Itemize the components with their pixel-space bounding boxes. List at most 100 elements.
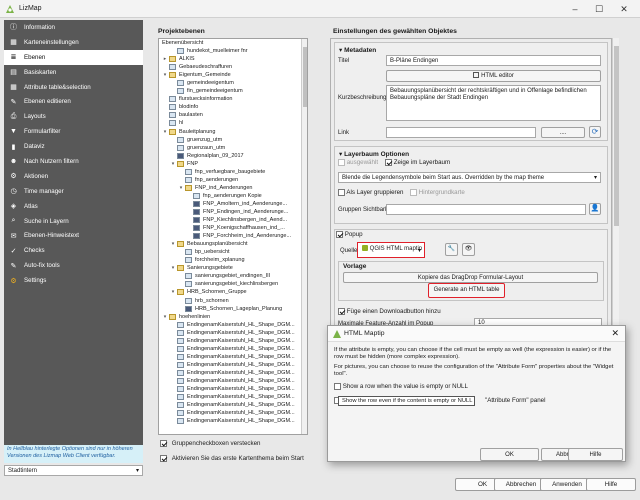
legend-combo[interactable]: Blende die Legendensymbole beim Start au… [338, 172, 601, 183]
group-visibility-input[interactable] [386, 204, 586, 215]
help-button[interactable]: Hilfe [586, 478, 636, 491]
selected-row[interactable]: ausgewählt [338, 159, 378, 166]
scrollbar-thumb[interactable] [303, 47, 307, 107]
show-row-checkbox[interactable] [334, 383, 341, 390]
layer-tree-row[interactable]: EndingenamKaiserstuhl_HL_Shape_DGM... [159, 369, 307, 377]
minimize-button[interactable]: – [568, 3, 582, 15]
user-icon[interactable]: 👤 [589, 203, 601, 215]
expanded-arrow-icon[interactable]: ▾ [170, 160, 176, 168]
layer-tree-row[interactable]: EndingenamKaiserstuhl_HL_Shape_DGM... [159, 377, 307, 385]
sidebar-item-auto-fix-tools[interactable]: ✎ Auto-fix tools [4, 258, 143, 273]
sidebar-item-formularfilter[interactable]: ▼ Formularfilter [4, 124, 143, 139]
download-button-row[interactable]: Füge einen Downloadbutton hinzu [338, 308, 441, 315]
layer-tree-row[interactable]: ▾ hoehenlinien [159, 313, 307, 321]
layer-tree-row[interactable]: gemeindeeigentum [159, 79, 307, 87]
layer-tree-row[interactable]: bp_uebersicht [159, 248, 307, 256]
layer-tree[interactable]: Ebenenübersicht hundekot_muelleimer fnr ▸ A… [158, 38, 308, 435]
download-button-checkbox[interactable] [338, 308, 345, 315]
layer-tree-row[interactable]: EndingenamKaiserstuhl_HL_Shape_DGM... [159, 409, 307, 417]
server-combo[interactable]: Stadtintern ▾ [4, 465, 143, 476]
refresh-icon[interactable]: ⟳ [589, 126, 601, 138]
layer-tree-row[interactable]: EndingenamKaiserstuhl_HL_Shape_DGM... [159, 329, 307, 337]
expanded-arrow-icon[interactable]: ▾ [170, 264, 176, 272]
hide-group-checkboxes-row[interactable]: Gruppencheckboxen verstecken [160, 440, 260, 447]
layer-tree-row[interactable]: ▾ Sanierungsgebiete [159, 264, 307, 272]
close-window-button[interactable]: ✕ [617, 3, 631, 15]
wrench-icon[interactable]: 🔧 [445, 243, 458, 256]
expanded-arrow-icon[interactable]: ▾ [162, 71, 168, 79]
layer-tree-row[interactable]: sanierungsgebiet_endingen_III [159, 272, 307, 280]
layer-tree-row[interactable]: FNP_Koenigschaffhausen_ind_... [159, 224, 307, 232]
browse-button[interactable]: .... [541, 127, 585, 138]
sidebar-item-layouts[interactable]: ⎙ Layouts [4, 109, 143, 124]
layer-tree-row[interactable]: blodinfo [159, 103, 307, 111]
layer-tree-row[interactable]: FNP_Amoltern_ind_Aenderunge... [159, 200, 307, 208]
layer-tree-row[interactable]: ▾ Bauleitplanung [159, 128, 307, 136]
layer-tree-row[interactable]: Regionalplan_09_2017 [159, 152, 307, 160]
sidebar-item-ebenen-editieren[interactable]: ✎ Ebenen editieren [4, 94, 143, 109]
show-in-tree-checkbox[interactable] [385, 159, 392, 166]
link-input[interactable] [386, 127, 536, 138]
eye-icon[interactable]: 👁 [462, 243, 475, 256]
sidebar-item-karteneinstellungen[interactable]: ▦ Karteneinstellungen [4, 35, 143, 50]
layer-tree-row[interactable]: hundekot_muelleimer fnr [159, 47, 307, 55]
expanded-arrow-icon[interactable]: ▾ [162, 128, 168, 136]
layer-options-header[interactable]: ▾ Layerbaum Optionen [339, 150, 409, 158]
sidebar-item-ebenen-hinweistext[interactable]: ✉ Ebenen-Hinweistext [4, 228, 143, 243]
copy-dragdrop-button[interactable]: Kopiere das DragDrop Formular-Layout [343, 272, 598, 283]
basemap-checkbox[interactable] [410, 189, 417, 196]
layer-tree-row[interactable]: gruenzug_utm [159, 136, 307, 144]
layer-tree-row[interactable]: EndingenamKaiserstuhl_HL_Shape_DGM... [159, 417, 307, 425]
title-input[interactable]: B-Pläne Endingen [386, 55, 601, 66]
layer-tree-row[interactable]: fnp_verfuegbare_baugebiete [159, 168, 307, 176]
layer-tree-row[interactable]: ▾ Eigentum_Gemeinde [159, 71, 307, 79]
sidebar-item-time-manager[interactable]: ◷ Time manager [4, 184, 143, 199]
abstract-textarea[interactable]: Bebauungsplanübersicht der rechtskräftig… [386, 85, 601, 121]
layer-tree-row[interactable]: FNP_Forchheim_ind_Aenderunge... [159, 232, 307, 240]
layer-tree-row[interactable]: EndingenamKaiserstuhl_HL_Shape_DGM... [159, 337, 307, 345]
layer-tree-row[interactable]: fin_gemeindeeigentum [159, 87, 307, 95]
layer-tree-row[interactable]: hl [159, 119, 307, 127]
layer-tree-row[interactable]: fnp_aenderungen Kopie [159, 192, 307, 200]
dialog-close-icon[interactable]: ✕ [611, 328, 619, 339]
sidebar-item-atlas[interactable]: ◈ Atlas [4, 199, 143, 214]
layer-tree-row[interactable]: sanierungsgebiet_kiechlinsbergen [159, 280, 307, 288]
expanded-arrow-icon[interactable]: ▾ [170, 240, 176, 248]
layer-tree-row[interactable]: fnp_aenderungen [159, 176, 307, 184]
activate-first-theme-checkbox[interactable] [160, 455, 167, 462]
layer-tree-scrollbar[interactable] [301, 39, 307, 434]
metadata-header[interactable]: ▾ Metadaten [339, 46, 376, 54]
layer-tree-row[interactable]: EndingenamKaiserstuhl_HL_Shape_DGM... [159, 361, 307, 369]
expanded-arrow-icon[interactable]: ▾ [170, 288, 176, 296]
source-combo[interactable]: QGIS HTML maptip ▾ [357, 242, 425, 258]
layer-tree-row[interactable]: Ebenenübersicht [159, 39, 307, 47]
sidebar-item-nach-nutzern-filtern[interactable]: ☻ Nach Nutzern filtern [4, 154, 143, 169]
layer-tree-row[interactable]: hrb_schornen [159, 297, 307, 305]
show-row-option[interactable]: Show a row when the value is empty or NU… [334, 383, 468, 390]
scrollbar-thumb[interactable] [614, 46, 619, 226]
generate-html-table-button[interactable]: Generate an HTML table [428, 283, 505, 298]
collapsed-arrow-icon[interactable]: ▸ [162, 55, 168, 63]
sidebar-item-basiskarten[interactable]: ▤ Basiskarten [4, 65, 143, 80]
layer-tree-row[interactable]: baulasten [159, 111, 307, 119]
layer-tree-row[interactable]: EndingenamKaiserstuhl_HL_Shape_DGM... [159, 401, 307, 409]
layer-tree-row[interactable]: FNP_Endingen_ind_Aenderunge... [159, 208, 307, 216]
layer-tree-row[interactable]: ▾ FNP_ind_Aenderungen [159, 184, 307, 192]
dialog-help-button[interactable]: Hilfe [568, 448, 623, 461]
layer-tree-row[interactable]: FNP_Kiechlinsbergen_ind_Aend... [159, 216, 307, 224]
hide-group-checkboxes-checkbox[interactable] [160, 440, 167, 447]
sidebar-item-information[interactable]: ⓘ Information [4, 20, 143, 35]
layer-tree-row[interactable]: EndingenamKaiserstuhl_HL_Shape_DGM... [159, 345, 307, 353]
layer-tree-row[interactable]: gruenzaun_utm [159, 144, 307, 152]
sidebar-item-aktionen[interactable]: ⚙ Aktionen [4, 169, 143, 184]
layer-tree-row[interactable]: forchheim_xplanung [159, 256, 307, 264]
sidebar-item-settings[interactable]: ⚙ Settings [4, 273, 143, 288]
layer-tree-row[interactable]: EndingenamKaiserstuhl_HL_Shape_DGM... [159, 321, 307, 329]
expanded-arrow-icon[interactable]: ▾ [162, 313, 168, 321]
layer-tree-row[interactable]: EndingenamKaiserstuhl_HL_Shape_DGM... [159, 353, 307, 361]
layer-tree-row[interactable]: HRB_Schornen_Lageplan_Planung [159, 305, 307, 313]
layer-tree-row[interactable]: ▾ HRB_Schornen_Gruppe [159, 288, 307, 296]
dialog-ok-button[interactable]: OK [480, 448, 539, 461]
layer-tree-row[interactable]: flurstuecksinformation [159, 95, 307, 103]
popup-row[interactable]: Popup [336, 231, 363, 238]
